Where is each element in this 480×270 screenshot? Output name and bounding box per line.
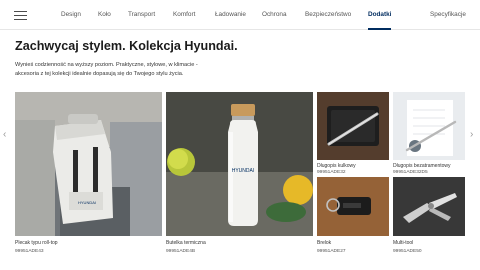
- intro-line-2: akcesoria z tej kolekcji idealnie dopasu…: [15, 70, 184, 77]
- bottle-photo: HYUNDAI: [166, 92, 313, 236]
- nav-item-komfort[interactable]: Komfort: [173, 11, 195, 18]
- keyring-photo: [317, 177, 389, 236]
- product-name-multi-tool: Multi-tool: [393, 240, 414, 246]
- menu-icon[interactable]: [14, 11, 27, 20]
- product-image-inkless-pen[interactable]: [393, 92, 465, 160]
- nav-item-dodatki[interactable]: Dodatki: [368, 11, 391, 18]
- product-code-backpack: 99951ADE43: [15, 249, 44, 254]
- product-image-keyring[interactable]: [317, 177, 389, 236]
- nav-item-ladowanie[interactable]: Ładowanie: [215, 11, 246, 18]
- inkless-pen-photo: [393, 92, 465, 160]
- nav-item-kolo[interactable]: Koło: [98, 11, 111, 18]
- section-intro: Wynieś codzienność na wyższy poziom. Pra…: [15, 61, 255, 78]
- nav-item-transport[interactable]: Transport: [128, 11, 155, 18]
- nav-item-bezpieczenstwo[interactable]: Bezpieczeństwo: [305, 11, 351, 18]
- section-title: Zachwycaj stylem. Kolekcja Hyundai.: [15, 39, 238, 53]
- multi-tool-photo: [393, 177, 465, 236]
- product-code-keyring: 99951ADE27: [317, 249, 346, 254]
- nav-item-specyfikacje[interactable]: Specyfikacje: [430, 11, 466, 18]
- product-code-bottle: 99951ADE4B: [166, 249, 196, 254]
- carousel-next-arrow-icon[interactable]: ›: [470, 129, 473, 140]
- svg-text:HYUNDAI: HYUNDAI: [78, 200, 96, 205]
- product-image-bottle[interactable]: HYUNDAI: [166, 92, 313, 236]
- product-code-inkless-pen: 99951ADE32D5: [393, 170, 428, 175]
- bottle-brand-text: HYUNDAI: [232, 168, 255, 174]
- product-code-multi-tool: 99951ADE50: [393, 249, 422, 254]
- top-navigation: Design Koło Transport Komfort Ładowanie …: [0, 0, 480, 30]
- nav-item-design[interactable]: Design: [61, 11, 81, 18]
- product-name-keyring: Brelok: [317, 240, 332, 246]
- nav-item-ochrona[interactable]: Ochrona: [262, 11, 287, 18]
- intro-line-1: Wynieś codzienność na wyższy poziom. Pra…: [15, 62, 198, 68]
- product-name-backpack: Plecak typu roll-top: [15, 240, 58, 246]
- product-name-inkless-pen: Długopis bezatramentowy: [393, 163, 451, 169]
- backpack-photo: HYUNDAI: [15, 92, 162, 236]
- product-image-backpack[interactable]: HYUNDAI: [15, 92, 162, 236]
- ballpoint-pen-photo: [317, 92, 389, 160]
- product-image-multi-tool[interactable]: [393, 177, 465, 236]
- product-name-ballpoint-pen: Długopis kulkowy: [317, 163, 356, 169]
- product-code-ballpoint-pen: 99951ADE32: [317, 170, 346, 175]
- active-tab-indicator: [368, 28, 391, 30]
- carousel-prev-arrow-icon[interactable]: ‹: [3, 129, 6, 140]
- product-name-bottle: Butelka termiczna: [166, 240, 206, 246]
- product-image-ballpoint-pen[interactable]: [317, 92, 389, 160]
